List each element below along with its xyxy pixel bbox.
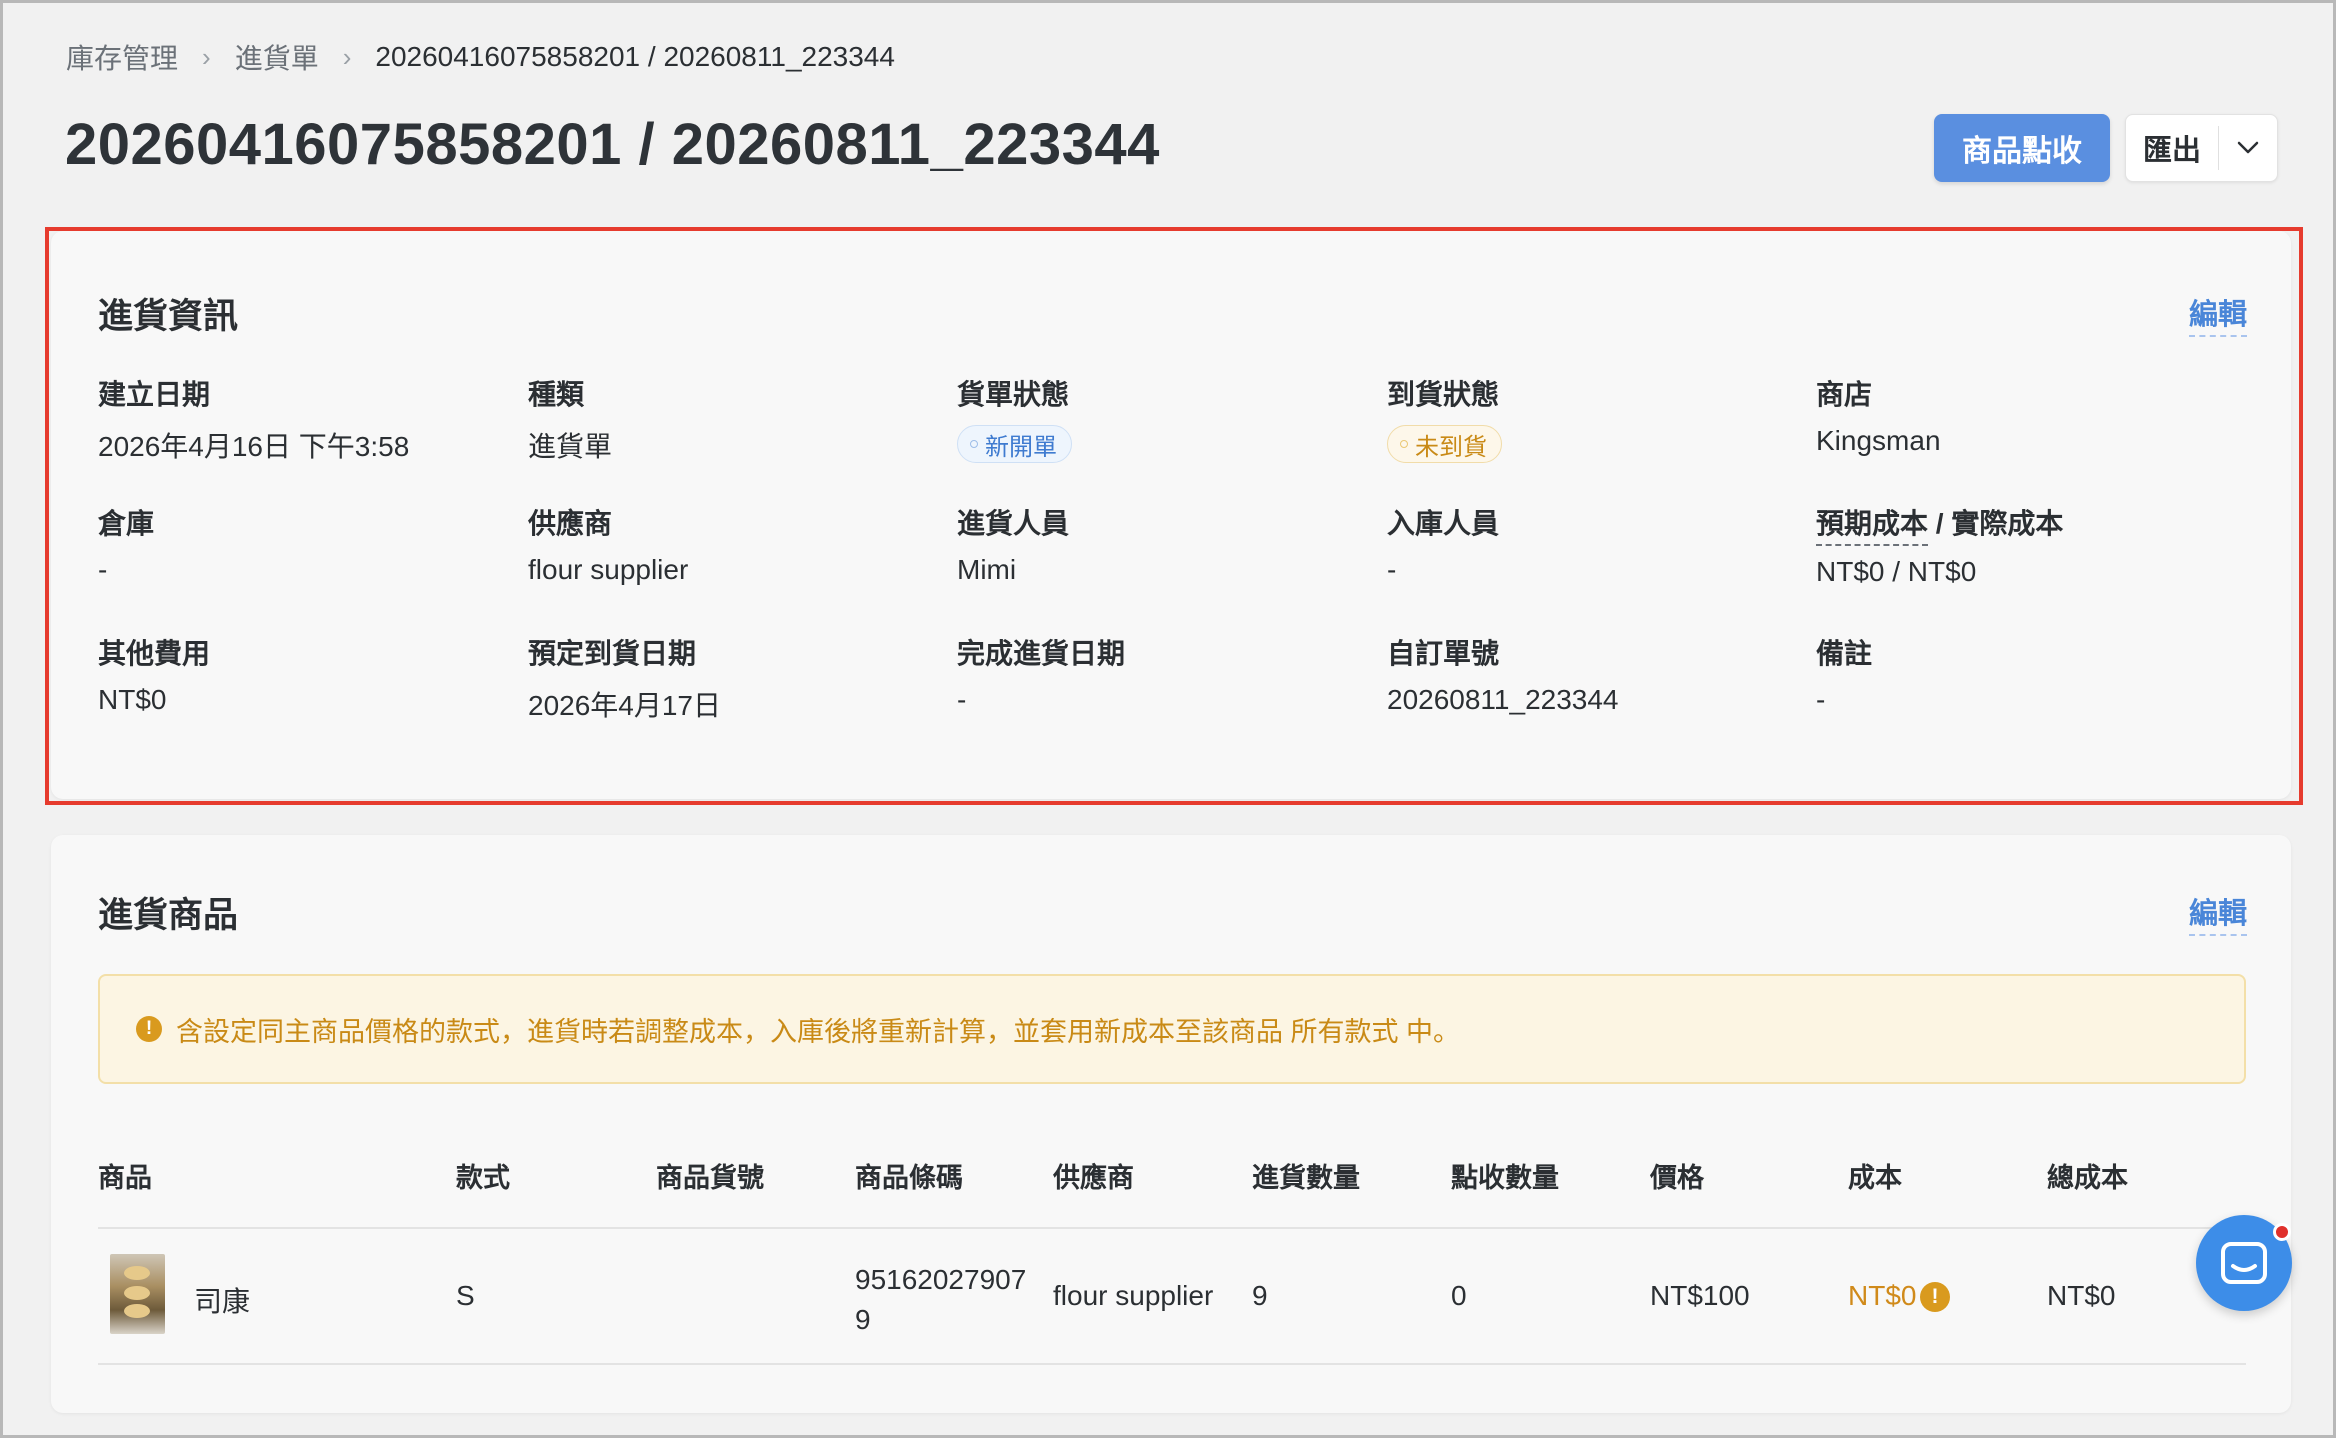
cost-value: NT$0 / NT$0	[1816, 556, 1977, 587]
breadcrumb-current: 20260416075858201 / 20260811_223344	[375, 41, 895, 72]
chat-icon	[2221, 1242, 2267, 1284]
order-status-label: 貨單狀態	[957, 379, 1070, 410]
expected-date-label: 預定到貨日期	[528, 638, 697, 669]
notice-text: 含設定同主商品價格的款式，進貨時若調整成本，入庫後將重新計算，並套用新成本至該商…	[176, 1016, 1461, 1047]
warehouse-label: 倉庫	[98, 508, 155, 539]
expected-date-value: 2026年4月17日	[528, 690, 722, 721]
product-received: 0	[1451, 1280, 1467, 1311]
chevron-down-icon[interactable]	[2219, 141, 2277, 155]
column-header-variant: 款式	[456, 1163, 510, 1193]
store-value: Kingsman	[1816, 425, 1941, 456]
custom-no-label: 自訂單號	[1387, 638, 1500, 669]
purchaser-label: 進貨人員	[957, 508, 1070, 539]
status-dot-icon	[1400, 440, 1408, 448]
edit-info-link[interactable]: 編輯	[2189, 291, 2248, 337]
supplier-value: flour supplier	[528, 554, 689, 585]
order-status-badge: 新開單	[957, 425, 1072, 463]
other-fee-label: 其他費用	[98, 638, 211, 669]
column-header-supplier: 供應商	[1053, 1163, 1134, 1193]
store-label: 商店	[1816, 379, 1873, 410]
chevron-right-icon: ›	[342, 41, 352, 72]
product-cost: NT$0	[1848, 1280, 1917, 1311]
chevron-right-icon: ›	[202, 41, 211, 72]
column-header-total-cost: 總成本	[2047, 1163, 2128, 1193]
barcode-line-1: 95162027907	[855, 1264, 1027, 1295]
receive-goods-button[interactable]: 商品點收	[1934, 114, 2110, 182]
table-divider	[98, 1227, 2246, 1229]
app-window: 庫存管理 › 進貨單 › 20260416075858201 / 2026081…	[0, 0, 2336, 1438]
column-header-qty: 進貨數量	[1252, 1163, 1360, 1193]
export-button-group: 匯出	[2125, 114, 2278, 182]
type-value: 進貨單	[528, 431, 613, 462]
column-header-barcode: 商品條碼	[855, 1163, 963, 1193]
export-button[interactable]: 匯出	[2126, 127, 2218, 169]
type-label: 種類	[528, 379, 585, 410]
product-name[interactable]: 司康	[194, 1280, 250, 1320]
barcode-line-2: 9	[855, 1304, 871, 1335]
warning-circle-icon[interactable]: !	[1920, 1282, 1950, 1312]
purchase-info-title: 進貨資訊	[98, 297, 239, 336]
purchase-products-card	[51, 835, 2291, 1413]
column-header-cost: 成本	[1848, 1163, 1902, 1193]
note-value: -	[1816, 684, 1826, 715]
status-dot-icon	[970, 440, 978, 448]
warning-circle-icon: !	[136, 1016, 162, 1042]
expected-cost-tooltip-trigger[interactable]: 預期成本	[1816, 502, 1929, 546]
purchase-products-title: 進貨商品	[98, 896, 239, 935]
receiver-label: 入庫人員	[1387, 508, 1500, 539]
order-status-value: 新開單	[985, 433, 1057, 461]
completed-date-value: -	[957, 684, 967, 715]
created-date-label: 建立日期	[98, 379, 211, 410]
purchaser-value: Mimi	[957, 554, 1017, 585]
column-header-sku: 商品貨號	[656, 1163, 764, 1193]
receiver-value: -	[1387, 554, 1397, 585]
supplier-label: 供應商	[528, 508, 613, 539]
column-header-price: 價格	[1650, 1163, 1704, 1193]
column-header-product: 商品	[98, 1163, 152, 1193]
page-title: 20260416075858201 / 20260811_223344	[65, 112, 1160, 177]
product-qty: 9	[1252, 1280, 1268, 1311]
product-barcode: 95162027907 9	[855, 1260, 1026, 1340]
edit-products-link[interactable]: 編輯	[2189, 890, 2248, 936]
other-fee-value: NT$0	[98, 684, 167, 715]
breadcrumb-inventory[interactable]: 庫存管理	[66, 37, 178, 77]
completed-date-label: 完成進貨日期	[957, 638, 1126, 669]
cost-label: 預期成本 / 實際成本	[1816, 502, 2063, 546]
product-supplier: flour supplier	[1053, 1280, 1214, 1311]
table-divider	[98, 1363, 2246, 1365]
product-variant: S	[456, 1280, 475, 1311]
warehouse-value: -	[98, 554, 108, 585]
column-header-received: 點收數量	[1451, 1163, 1559, 1193]
notification-dot	[2273, 1223, 2291, 1241]
breadcrumb-purchase-orders[interactable]: 進貨單	[235, 37, 319, 77]
note-label: 備註	[1816, 638, 1873, 669]
cost-notice-banner: ! 含設定同主商品價格的款式，進貨時若調整成本，入庫後將重新計算，並套用新成本至…	[98, 974, 2246, 1084]
arrival-status-badge: 未到貨	[1387, 425, 1502, 463]
breadcrumb: 庫存管理 › 進貨單 › 20260416075858201 / 2026081…	[66, 37, 895, 77]
created-date-value: 2026年4月16日 下午3:58	[98, 431, 410, 462]
product-price: NT$100	[1650, 1280, 1750, 1311]
product-total-cost: NT$0	[2047, 1280, 2116, 1311]
custom-no-value: 20260811_223344	[1387, 684, 1619, 715]
actual-cost-label: / 實際成本	[1928, 508, 2064, 539]
arrival-status-label: 到貨狀態	[1387, 379, 1500, 410]
product-thumbnail	[110, 1254, 165, 1334]
arrival-status-value: 未到貨	[1415, 433, 1487, 461]
